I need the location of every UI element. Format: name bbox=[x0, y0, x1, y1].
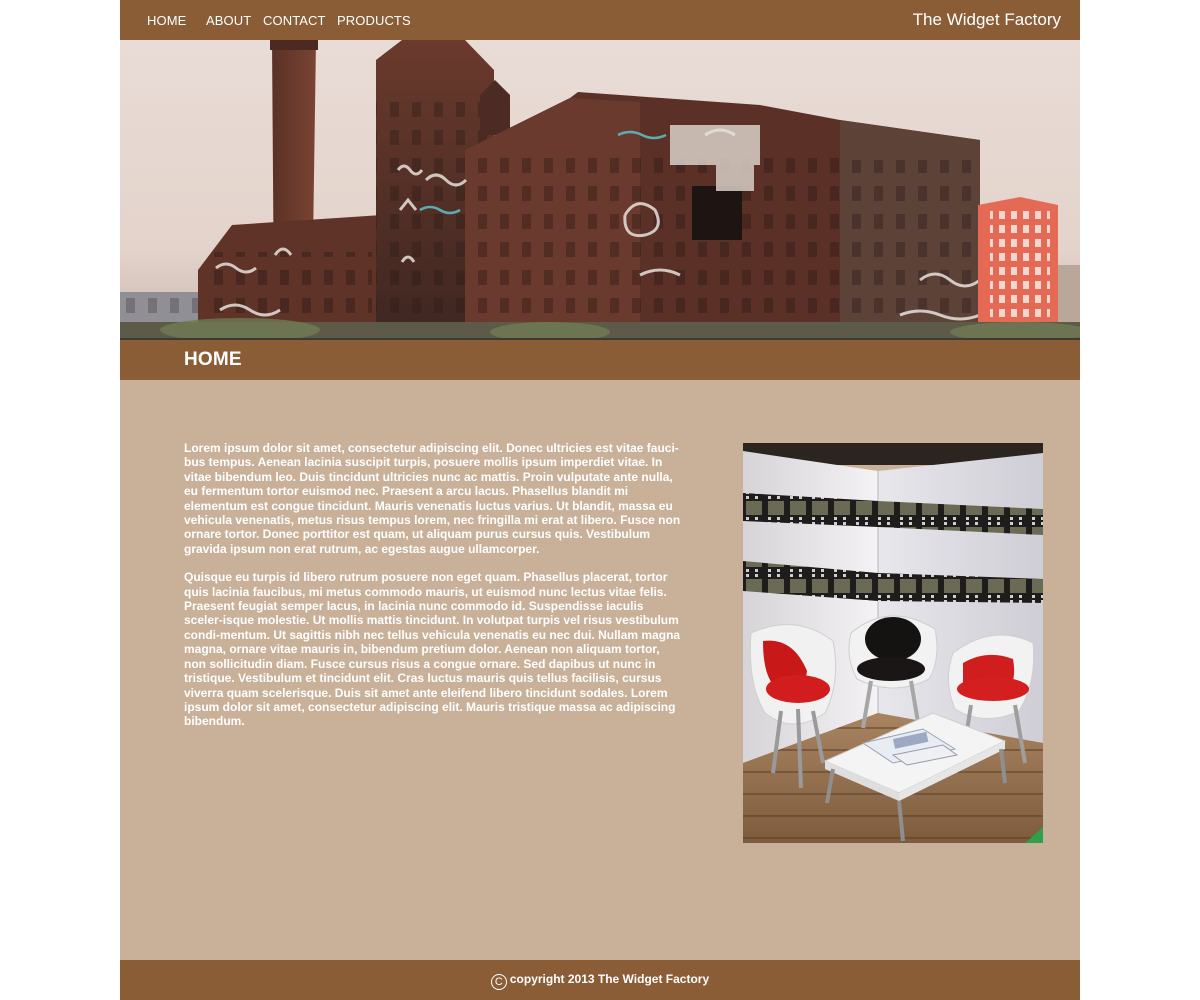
page-title-bar: HOME bbox=[120, 340, 1080, 380]
copyright-icon: C bbox=[490, 974, 507, 990]
footer: Ccopyright 2013 The Widget Factory bbox=[120, 960, 1080, 1000]
lounge-chairs-image bbox=[743, 443, 1043, 843]
nav-products-link[interactable]: PRODUCTS bbox=[337, 13, 411, 28]
content-paragraph: Quisque eu turpis id libero rutrum posue… bbox=[184, 570, 681, 729]
nav-contact-link[interactable]: CONTACT bbox=[263, 13, 326, 28]
hero-image-factory bbox=[120, 40, 1080, 340]
page: HOME ABOUT CONTACT PRODUCTS The Widget F… bbox=[120, 0, 1080, 1000]
main-content: Lorem ipsum dolor sit amet, consectetur … bbox=[184, 441, 684, 743]
nav-home-link[interactable]: HOME bbox=[147, 13, 186, 28]
nav-about-link[interactable]: ABOUT bbox=[206, 13, 251, 28]
footer-copyright: Ccopyright 2013 The Widget Factory bbox=[120, 972, 1080, 990]
page-title: HOME bbox=[184, 349, 242, 370]
top-navigation-bar: HOME ABOUT CONTACT PRODUCTS The Widget F… bbox=[120, 0, 1080, 40]
content-paragraph: Lorem ipsum dolor sit amet, consectetur … bbox=[184, 441, 681, 556]
site-brand[interactable]: The Widget Factory bbox=[913, 10, 1061, 30]
footer-copyright-text: copyright 2013 The Widget Factory bbox=[509, 972, 710, 986]
